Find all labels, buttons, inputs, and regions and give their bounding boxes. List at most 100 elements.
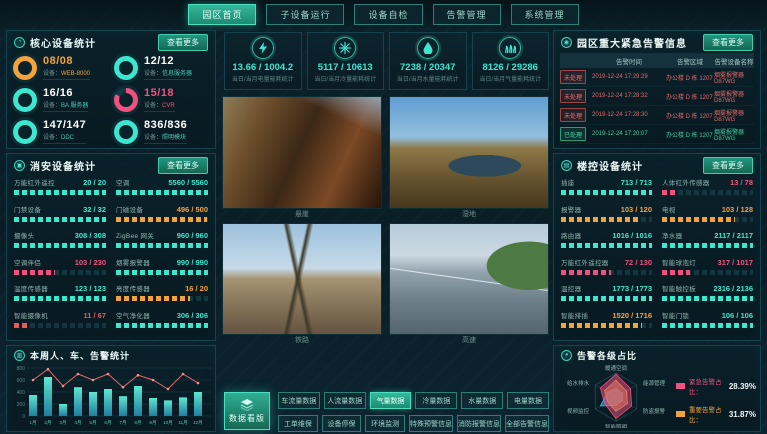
bell-icon: ◉ [561,37,572,48]
device-bar-label: 报警器 [561,204,581,214]
device-bar-top: ZigBee 网关960 / 960 [116,230,208,240]
top-tab-园区首页[interactable]: 园区首页 [188,4,256,25]
device-bar-track [662,190,753,195]
top-tab-子设备运行[interactable]: 子设备运行 [266,4,344,25]
top-tab-设备自检[interactable]: 设备自检 [354,4,422,25]
nav-button-设备停保[interactable]: 设备停保 [322,415,362,432]
device-bar-row: 烟雾报警器990 / 990 [116,257,208,284]
lightning-icon [252,37,274,59]
device-bar-value: 123 / 123 [75,284,106,293]
device-bar-label: 温控器 [561,283,581,293]
device-bar-fill [116,243,208,248]
device-bar-top: 智能触控板2316 / 2136 [662,283,753,293]
device-bar-track [662,217,753,222]
device-bar-row: 亮度传感器16 / 20 [116,283,208,310]
device-bar-label: 路由器 [561,230,581,240]
svg-text:7月: 7月 [119,420,126,426]
energy-card-value: 5117 / 10613 [318,62,373,73]
nav-button-水量数据[interactable]: 水量数据 [461,392,503,409]
device-bar-top: 智能球泡灯317 / 1017 [662,257,753,267]
device-bar-value: 13 / 78 [730,178,753,187]
nav-button-特殊预警信息[interactable]: 特殊预警信息 [409,415,453,432]
nav-button-冷量数据[interactable]: 冷量数据 [415,392,457,409]
energy-card-caption: 当日/当月水量能耗统计 [397,74,459,83]
alarm-table-header: 告警时间告警区域告警设备名称 [560,53,754,68]
alarm-row[interactable]: 未处理2019-12-24 17:29:29办公楼 D 栋 1207烟雾报警器 … [560,68,754,87]
core-device-value: 16/16 [43,87,88,99]
device-bar-label: 插座 [561,177,575,187]
core-more-button[interactable]: 查看更多 [158,34,208,51]
device-bar-label: 智能门锁 [662,310,689,320]
alarm-row[interactable]: 已处理2019-12-24 17:20:07办公楼 D 栋 1207烟雾报警器 … [560,125,754,144]
video-feed-railway[interactable] [222,223,382,336]
nav-button-车流量数据[interactable]: 车流量数据 [278,392,320,409]
energy-card-value: 8126 / 29286 [483,62,538,73]
device-bar-label: 门禁设备 [14,204,41,214]
device-bar-track [116,217,208,222]
device-bar-top: 净水器 2117 / 2117 [662,230,753,240]
device-bar-fill [116,217,207,222]
top-tab-告警管理[interactable]: 告警管理 [433,4,501,25]
video-feed-wetland[interactable] [389,96,549,209]
device-bar-top: 智能摄像机11 / 67 [14,310,106,320]
device-bar-fill [662,296,753,301]
core-device-value: 12/12 [144,55,192,67]
device-bar-row: 摄像头308 / 308 [14,230,106,257]
alarm-row[interactable]: 未处理2019-12-24 17:28:30办公楼 D 栋 1207烟雾报警器 … [560,106,754,125]
device-bar-row: 空气净化器306 / 306 [116,310,208,337]
device-bar-top: 门磁设备496 / 500 [116,204,208,214]
alarm-area: 办公楼 D 栋 1207 [666,130,714,139]
device-bar-track [561,270,652,275]
device-bar-label: 净水器 [662,230,682,240]
video-caption: 悬崖 [222,209,382,220]
top-tab-bar: 园区首页子设备运行设备自检告警管理系统管理 [0,0,767,28]
nav-button-气量数据[interactable]: 气量数据 [370,392,412,409]
device-bar-row: 插座713 / 713 [561,177,652,204]
legend-value: 31.87% [729,410,756,419]
building-more-button[interactable]: 查看更多 [703,157,753,174]
device-bar-fill [14,270,55,275]
alarm-time: 2019-12-24 17:28:30 [592,112,666,118]
alarm-more-button[interactable]: 查看更多 [703,34,753,51]
alarm-row[interactable]: 未处理2019-12-24 17:28:32办公楼 D 栋 1207烟雾报警器 … [560,87,754,106]
device-bar-fill [561,217,639,222]
device-bar-fill [662,243,753,248]
nav-button-环境监测[interactable]: 环境监测 [365,415,405,432]
device-bar-row: 门磁设备496 / 500 [116,204,208,231]
fire-more-button[interactable]: 查看更多 [158,157,208,174]
device-bar-value: 990 / 990 [177,258,208,267]
nav-button-全部告警信息[interactable]: 全部告警信息 [505,415,549,432]
device-bar-row: 人体红外传感器13 / 78 [662,177,753,204]
video-feed-cliff[interactable] [222,96,382,209]
data-board-label: 数据看版 [229,413,265,424]
device-bar-value: 16 / 20 [185,284,208,293]
nav-button-工单维保[interactable]: 工单维保 [278,415,318,432]
svg-text:6月: 6月 [104,420,111,426]
nav-button-电量数据[interactable]: 电量数据 [507,392,549,409]
energy-card: 7238 / 20347当日/当月水量能耗统计 [389,32,467,90]
device-bar-top: 温控器1773 / 1773 [561,283,652,293]
device-bar-value: 20 / 20 [83,178,106,187]
alarm-status-badge: 未处理 [560,89,586,103]
device-bar-track [561,217,652,222]
device-bar-top: 电视103 / 128 [662,204,753,214]
donut-gauge [114,88,138,112]
radar-panel-header: ◕ 告警各级占比 [554,346,760,364]
nav-button-人流量数据[interactable]: 人流量数据 [324,392,366,409]
device-bar-row: ZigBee 网关960 / 960 [116,230,208,257]
fire-security-panel: ▣ 消安设备统计 查看更多 万能红外遥控20 / 20空调5560 / 5560… [6,153,216,341]
alarm-device: 烟雾报警器 D87WG [714,108,754,123]
alarm-panel-header: ◉ 园区重大紧急告警信息 查看更多 [554,31,760,53]
device-bar-value: 317 / 1017 [718,258,753,267]
device-bar-track [561,190,652,195]
nav-button-消防报警信息[interactable]: 消防报警信息 [457,415,501,432]
device-bar-top: 路由器1016 / 1016 [561,230,652,240]
core-device-value: 836/836 [144,119,187,131]
video-feed-highway[interactable] [389,223,549,336]
device-bar-value: 103 / 120 [621,205,652,214]
device-bar-track [561,296,652,301]
device-bar-value: 2117 / 2117 [714,231,753,240]
data-board-button[interactable]: 数据看版 [224,392,270,430]
svg-text:视频监控: 视频监控 [567,407,590,415]
top-tab-系统管理[interactable]: 系统管理 [511,4,579,25]
